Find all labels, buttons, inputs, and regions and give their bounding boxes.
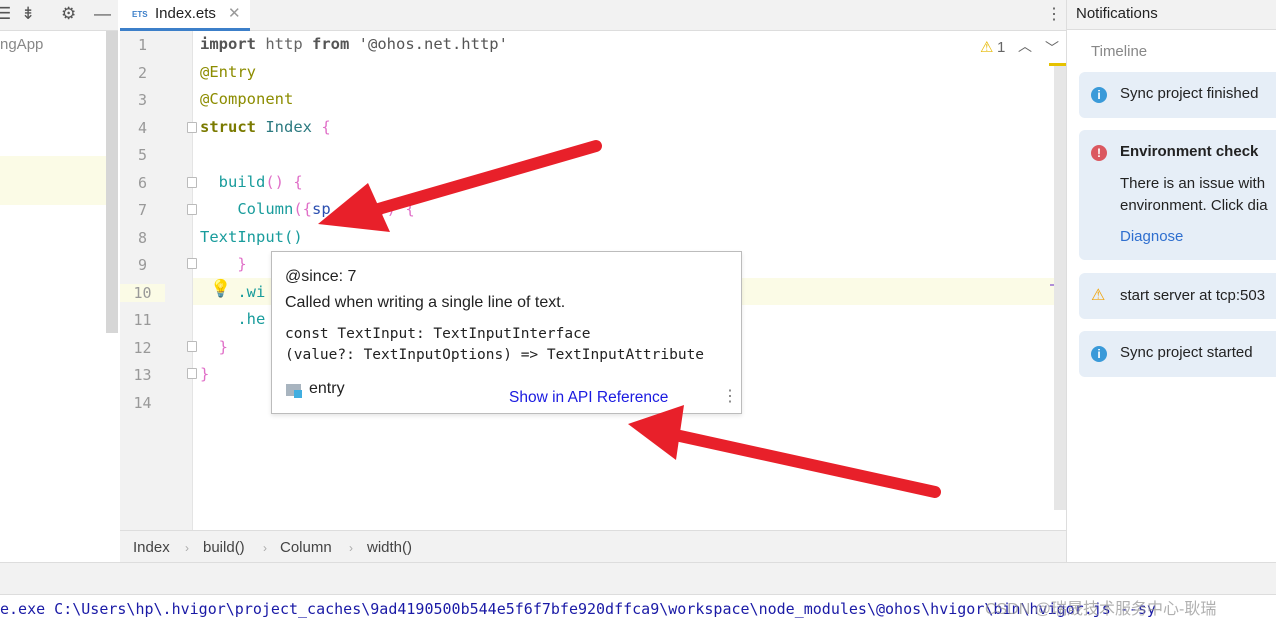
breadcrumb: Index › build() › Column › width() — [120, 530, 1066, 562]
timeline-label: Timeline — [1091, 43, 1148, 60]
notification-item[interactable]: ⚠ start server at tcp:503 — [1079, 273, 1276, 319]
notification-item[interactable]: i Sync project finished — [1079, 72, 1276, 118]
notification-title: Environment check — [1120, 143, 1259, 160]
notifications-panel: Notifications Timeline i Sync project fi… — [1066, 0, 1276, 562]
chevron-right-icon: › — [263, 541, 267, 555]
error-icon: ! — [1091, 145, 1107, 161]
diagnose-link[interactable]: Diagnose — [1120, 228, 1183, 245]
arrow-to-textinput — [318, 140, 602, 232]
tool-window-bar — [0, 562, 1276, 595]
notifications-title: Notifications — [1076, 5, 1158, 22]
arrow-to-api-reference — [628, 405, 941, 498]
notification-text: environment. Click dia — [1120, 197, 1268, 214]
watermark: CSDN @瑞晟技术服务中心-耿瑞 — [985, 601, 1217, 618]
notification-text: Sync project finished — [1120, 85, 1259, 102]
breadcrumb-item[interactable]: width() — [367, 539, 412, 556]
info-icon: i — [1091, 87, 1107, 103]
notification-item[interactable]: i Sync project started — [1079, 331, 1276, 377]
console-output[interactable]: e.exe C:\Users\hp\.hvigor\project_caches… — [0, 600, 1156, 618]
chevron-right-icon: › — [349, 541, 353, 555]
breadcrumb-item[interactable]: Column — [280, 539, 332, 556]
chevron-right-icon: › — [185, 541, 189, 555]
notification-text: start server at tcp:503 — [1120, 287, 1266, 304]
warning-icon: ⚠ — [1091, 287, 1106, 304]
notification-text: Sync project started — [1120, 344, 1253, 361]
notification-text: There is an issue with — [1120, 175, 1266, 192]
breadcrumb-item[interactable]: build() — [203, 539, 245, 556]
breadcrumb-item[interactable]: Index — [133, 539, 170, 556]
notifications-header: Notifications — [1067, 0, 1276, 30]
info-icon: i — [1091, 346, 1107, 362]
notification-item[interactable]: ! Environment check There is an issue wi… — [1079, 130, 1276, 260]
